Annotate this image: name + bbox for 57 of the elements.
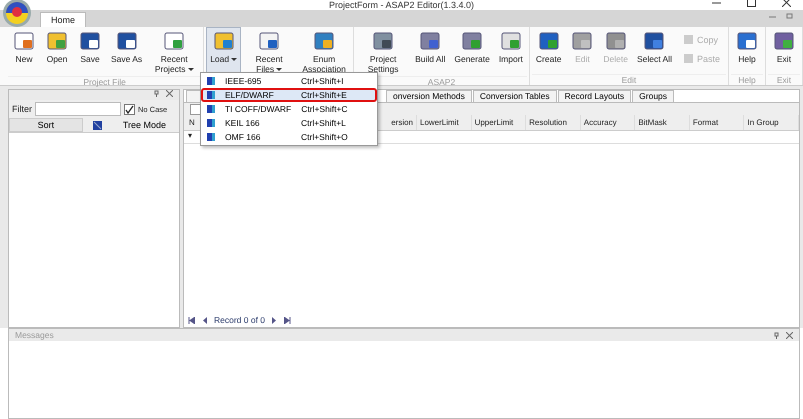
group-label: Project File bbox=[83, 77, 126, 87]
close-icon[interactable] bbox=[782, 0, 791, 7]
record-counter: Record 0 of 0 bbox=[214, 315, 266, 325]
previous-icon[interactable] bbox=[201, 316, 208, 324]
tab[interactable]: Record Layouts bbox=[558, 90, 632, 102]
next-icon[interactable] bbox=[271, 316, 278, 324]
restore-icon[interactable] bbox=[786, 13, 793, 20]
ribbon-tab[interactable]: Home bbox=[40, 12, 86, 27]
ribbon-button[interactable]: Save bbox=[74, 27, 106, 76]
pin-icon[interactable] bbox=[153, 90, 160, 97]
ribbon-button[interactable]: Select All bbox=[633, 27, 676, 74]
tab[interactable]: Conversion Tables bbox=[472, 90, 557, 102]
ribbon-button[interactable]: Save As bbox=[107, 27, 146, 76]
ribbon-button[interactable]: Recent Projects bbox=[147, 27, 202, 76]
ribbon-button[interactable]: Open bbox=[41, 27, 73, 76]
ribbon-button[interactable]: New bbox=[8, 27, 40, 76]
menu-item[interactable]: IEEE-695 Ctrl+Shift+I bbox=[201, 74, 377, 88]
panel-title: Messages bbox=[15, 330, 54, 340]
column-header[interactable]: UpperLimit bbox=[472, 115, 526, 130]
square-icon bbox=[207, 133, 215, 141]
tab[interactable]: onversion Methods bbox=[386, 90, 472, 102]
column-header[interactable]: BitMask bbox=[635, 115, 690, 130]
ribbon-button[interactable]: Create bbox=[532, 27, 566, 74]
ribbon-button[interactable]: Build All bbox=[411, 27, 450, 76]
last-icon[interactable] bbox=[284, 316, 292, 324]
group-label: Help bbox=[738, 75, 756, 85]
square-icon bbox=[207, 91, 215, 99]
checkbox[interactable] bbox=[190, 104, 201, 114]
first-icon[interactable] bbox=[188, 316, 195, 324]
column-header[interactable]: LowerLimit bbox=[417, 115, 472, 130]
ribbon-button[interactable]: Help bbox=[730, 27, 763, 74]
window-title: ProjectForm - ASAP2 Editor(1.3.4.0) bbox=[328, 0, 474, 10]
maximize-icon[interactable] bbox=[747, 0, 756, 7]
group-label: Edit bbox=[622, 75, 636, 85]
pin-icon[interactable] bbox=[773, 332, 780, 338]
square-icon bbox=[207, 105, 215, 113]
checkbox[interactable] bbox=[124, 104, 135, 114]
tab[interactable]: Groups bbox=[632, 90, 674, 102]
square-icon bbox=[207, 77, 215, 85]
tree-icon bbox=[92, 120, 102, 130]
menu-item[interactable]: ELF/DWARF Ctrl+Shift+E bbox=[201, 88, 377, 102]
column-header[interactable]: Resolution bbox=[526, 115, 581, 130]
column-header[interactable]: In Group bbox=[744, 115, 800, 130]
ribbon-button[interactable]: Generate bbox=[450, 27, 494, 76]
square-icon bbox=[207, 119, 215, 127]
row-marker: ▾ bbox=[187, 131, 193, 142]
ribbon-button[interactable]: Import bbox=[494, 27, 527, 76]
group-label: Exit bbox=[776, 75, 792, 85]
group-label: ASAP2 bbox=[428, 77, 456, 87]
menu-item[interactable]: OMF 166 Ctrl+Shift+O bbox=[201, 130, 377, 144]
sort-button[interactable]: Sort bbox=[9, 118, 83, 132]
filter-label: Filter bbox=[12, 104, 32, 114]
column-header[interactable]: Format bbox=[690, 115, 744, 130]
column-header[interactable]: Accuracy bbox=[580, 115, 636, 130]
tree-mode-button[interactable]: Tree Mode bbox=[110, 119, 179, 131]
ribbon-button[interactable]: Exit bbox=[768, 27, 800, 74]
filter-field[interactable] bbox=[35, 102, 121, 116]
